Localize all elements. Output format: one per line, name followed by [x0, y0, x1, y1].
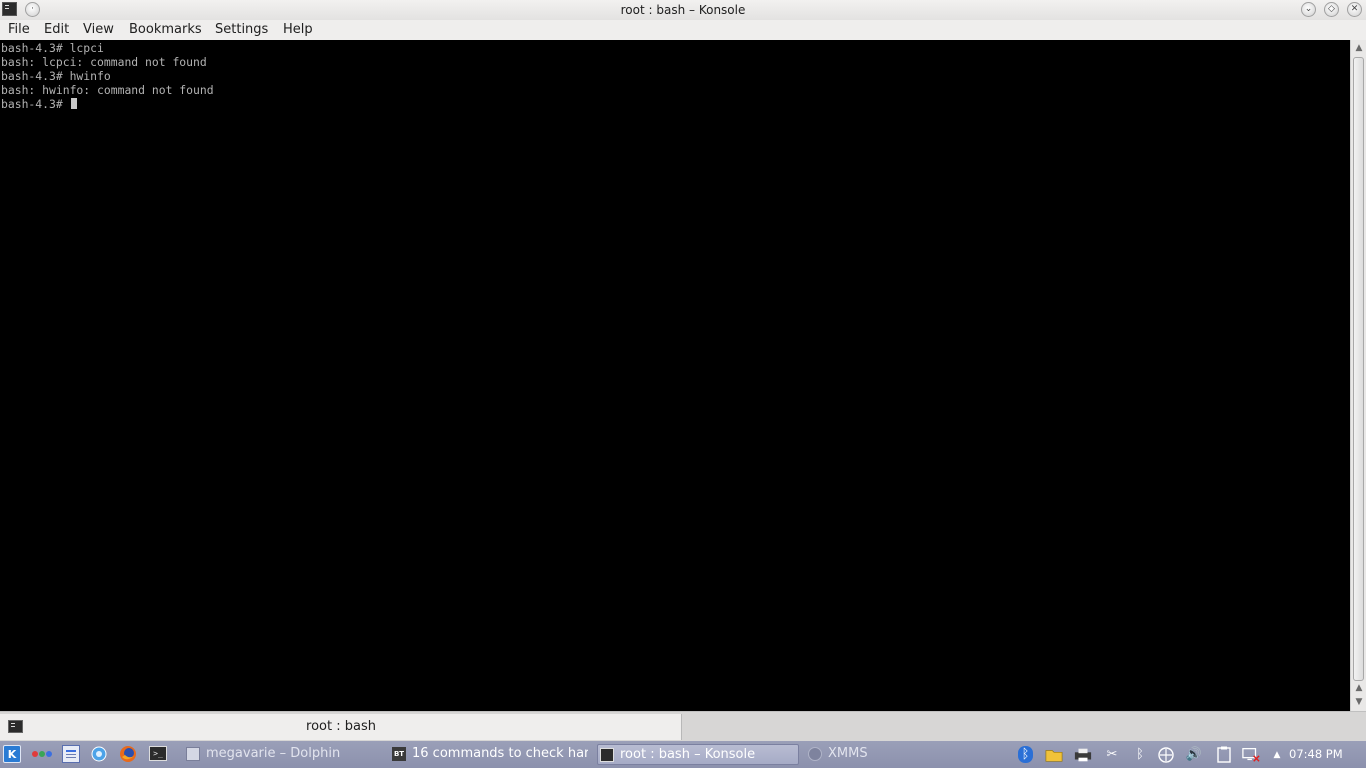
clock[interactable]: 07:48 PM [1289, 747, 1343, 761]
session-tab-label: root : bash [306, 719, 376, 734]
terminal-output[interactable]: bash-4.3# lcpci bash: lcpci: command not… [0, 40, 1350, 711]
scroll-up-arrow-icon[interactable]: ▲ [1353, 42, 1365, 54]
prompt-text: bash-4.3# [1, 97, 70, 111]
terminal-line: bash: hwinfo: command not found [1, 83, 214, 97]
expand-arrow-icon[interactable]: ▲ [1268, 746, 1286, 763]
menu-help[interactable]: Help [283, 22, 313, 37]
task-label: 16 commands to check har [412, 746, 588, 761]
terminal-line: bash: lcpci: command not found [1, 55, 207, 69]
task-dolphin[interactable]: megavarie – Dolphin [184, 744, 384, 765]
close-icon[interactable]: ✕ [1347, 2, 1362, 17]
folder-icon [186, 747, 200, 761]
task-konsole[interactable]: root : bash – Konsole [597, 744, 799, 765]
menu-bookmarks[interactable]: Bookmarks [129, 22, 202, 37]
display-icon[interactable] [1242, 746, 1260, 763]
terminal-scrollbar[interactable]: ▲ ▲ ▼ [1350, 40, 1366, 711]
folder-icon[interactable] [1045, 746, 1063, 763]
scroll-down-arrow-icon[interactable]: ▲ [1353, 682, 1365, 694]
menu-file[interactable]: File [8, 22, 30, 37]
dolphin-icon[interactable] [62, 745, 80, 763]
menu-settings[interactable]: Settings [215, 22, 268, 37]
terminal-prompt-line[interactable]: bash-4.3# [1, 97, 77, 111]
xmms-icon [808, 747, 822, 761]
window-titlebar: · root : bash – Konsole ⌄ ◇ ✕ [0, 0, 1366, 20]
volume-icon[interactable]: 🔊 [1185, 746, 1203, 763]
task-browser[interactable]: BT 16 commands to check har [390, 744, 590, 765]
session-tab-bar: root : bash [0, 711, 1366, 741]
system-taskbar: K >_ megavarie – Dolphin BT 16 commands … [0, 741, 1366, 768]
terminal-line: bash-4.3# hwinfo [1, 69, 111, 83]
task-label: megavarie – Dolphin [206, 746, 341, 761]
terminal-icon [600, 748, 614, 762]
session-tab[interactable]: root : bash [0, 714, 682, 740]
task-label: XMMS [828, 746, 868, 761]
scissors-icon[interactable]: ✂ [1103, 746, 1121, 763]
scroll-down-arrow-icon[interactable]: ▼ [1353, 696, 1365, 708]
task-label: root : bash – Konsole [620, 747, 756, 762]
kde-menu-icon[interactable]: K [3, 745, 21, 763]
settings-icon[interactable] [90, 745, 108, 763]
printer-icon[interactable] [1074, 746, 1092, 763]
task-xmms[interactable]: XMMS [806, 744, 896, 765]
clipboard-icon[interactable] [1215, 746, 1233, 763]
activities-icon[interactable] [30, 745, 54, 763]
scrollbar-thumb[interactable] [1353, 57, 1364, 681]
bt-icon: BT [392, 747, 406, 761]
konsole-icon[interactable]: >_ [149, 746, 167, 761]
firefox-icon[interactable] [119, 745, 137, 763]
menu-edit[interactable]: Edit [44, 22, 69, 37]
maximize-icon[interactable]: ◇ [1324, 2, 1339, 17]
bluetooth-icon[interactable]: ᛒ [1018, 746, 1033, 763]
menu-view[interactable]: View [83, 22, 114, 37]
minimize-icon[interactable]: ⌄ [1301, 2, 1316, 17]
text-cursor [70, 98, 77, 109]
bluetooth-alt-icon[interactable]: ᛒ [1131, 746, 1149, 763]
terminal-line: bash-4.3# lcpci [1, 41, 104, 55]
menu-bar: File Edit View Bookmarks Settings Help [0, 20, 1366, 40]
network-icon[interactable] [1157, 746, 1175, 763]
window-title: root : bash – Konsole [620, 3, 746, 17]
